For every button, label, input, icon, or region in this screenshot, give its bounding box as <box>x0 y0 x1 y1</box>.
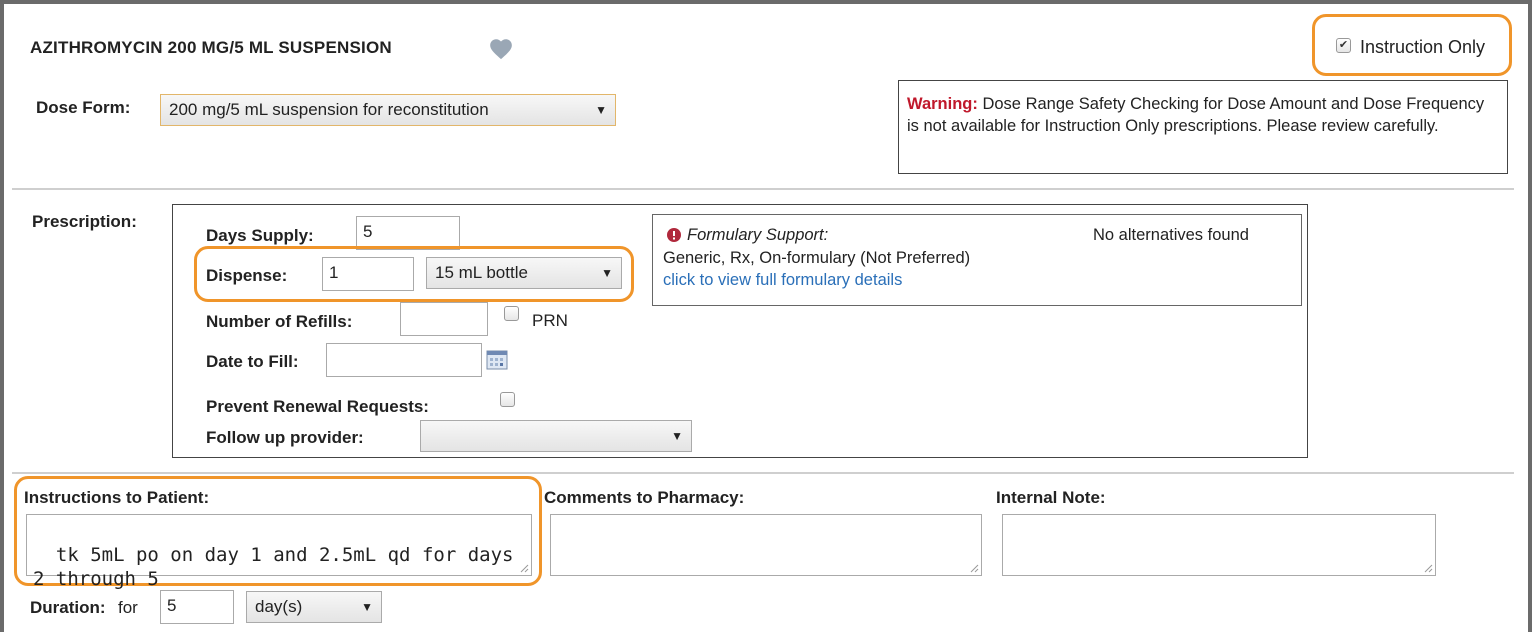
duration-input[interactable]: 5 <box>160 590 234 624</box>
prn-checkbox[interactable] <box>504 306 519 321</box>
resize-grip-icon[interactable] <box>969 563 979 573</box>
days-supply-label: Days Supply: <box>206 226 314 245</box>
internal-note-label: Internal Note: <box>996 488 1106 507</box>
formulary-box: Formulary Support: No alternatives found… <box>652 214 1302 306</box>
duration-unit-select[interactable]: day(s) ▼ <box>246 591 382 623</box>
formulary-details-link[interactable]: click to view full formulary details <box>663 271 902 290</box>
comments-textarea[interactable] <box>550 514 982 576</box>
dispense-unit-value: 15 mL bottle <box>435 263 528 282</box>
warning-prefix: Warning: <box>907 95 978 113</box>
warning-box: Warning: Dose Range Safety Checking for … <box>898 80 1508 174</box>
follow-up-select[interactable]: ▼ <box>420 420 692 452</box>
refills-label: Number of Refills: <box>206 312 353 331</box>
dose-form-value: 200 mg/5 mL suspension for reconstitutio… <box>169 100 489 119</box>
divider <box>12 188 1514 190</box>
days-supply-input[interactable]: 5 <box>356 216 460 250</box>
chevron-down-icon: ▼ <box>595 103 607 117</box>
instruction-only-checkbox[interactable]: ✔ <box>1336 38 1351 53</box>
alert-icon <box>667 228 681 242</box>
dose-form-select[interactable]: 200 mg/5 mL suspension for reconstitutio… <box>160 94 616 126</box>
prn-label: PRN <box>532 311 568 330</box>
warning-text: Dose Range Safety Checking for Dose Amou… <box>907 95 1485 135</box>
date-to-fill-label: Date to Fill: <box>206 352 299 371</box>
prevent-renewal-checkbox[interactable] <box>500 392 515 407</box>
formulary-title: Formulary Support: <box>687 226 829 244</box>
dispense-unit-select[interactable]: 15 mL bottle ▼ <box>426 257 622 289</box>
duration-label: Duration: <box>30 598 106 617</box>
duration-unit-value: day(s) <box>255 597 303 616</box>
duration-for-text: for <box>118 598 138 617</box>
comments-label: Comments to Pharmacy: <box>544 488 745 507</box>
chevron-down-icon: ▼ <box>601 266 613 280</box>
refills-input[interactable] <box>400 302 488 336</box>
calendar-icon[interactable] <box>486 350 508 370</box>
follow-up-label: Follow up provider: <box>206 428 364 447</box>
chevron-down-icon: ▼ <box>361 600 373 614</box>
heart-icon[interactable] <box>488 36 514 62</box>
prescription-label: Prescription: <box>32 212 137 231</box>
drug-title: AZITHROMYCIN 200 MG/5 ML SUSPENSION <box>30 38 392 57</box>
resize-grip-icon[interactable] <box>519 563 529 573</box>
chevron-down-icon: ▼ <box>671 429 683 443</box>
internal-note-textarea[interactable] <box>1002 514 1436 576</box>
divider <box>12 472 1514 474</box>
instructions-textarea[interactable]: tk 5mL po on day 1 and 2.5mL qd for days… <box>26 514 532 590</box>
prevent-renewal-label: Prevent Renewal Requests: <box>206 397 429 416</box>
formulary-status: Generic, Rx, On-formulary (Not Preferred… <box>663 249 971 267</box>
instruction-only-label: Instruction Only <box>1360 37 1486 57</box>
formulary-alternatives: No alternatives found <box>1093 226 1249 244</box>
date-to-fill-input[interactable] <box>326 343 482 377</box>
instructions-label: Instructions to Patient: <box>24 488 210 507</box>
dose-form-label: Dose Form: <box>36 98 131 117</box>
resize-grip-icon[interactable] <box>1423 563 1433 573</box>
dispense-quantity-input[interactable]: 1 <box>322 257 414 291</box>
dispense-label: Dispense: <box>206 266 288 285</box>
